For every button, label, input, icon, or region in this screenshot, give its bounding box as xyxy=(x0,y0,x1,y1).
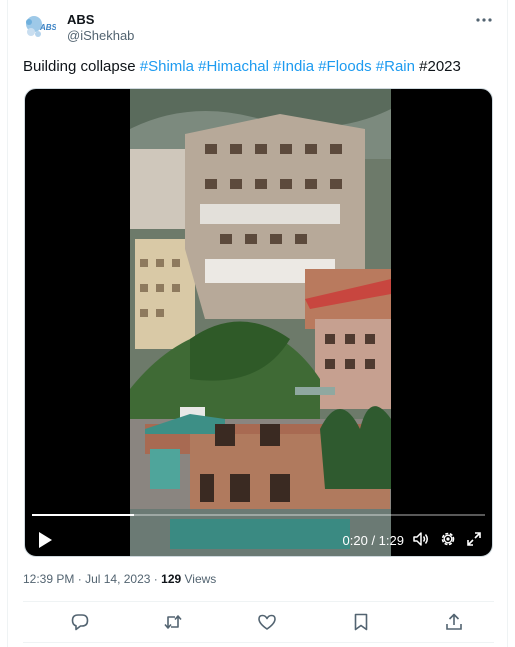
tweet-time[interactable]: 12:39 PM xyxy=(23,572,74,586)
play-icon xyxy=(39,532,52,548)
settings-button[interactable] xyxy=(439,530,457,548)
like-button[interactable] xyxy=(257,612,277,632)
hashtag-himachal[interactable]: #Himachal xyxy=(198,58,269,75)
avatar[interactable]: ABS xyxy=(22,10,56,44)
play-button[interactable] xyxy=(37,531,53,549)
retweet-icon xyxy=(164,615,182,629)
hashtag-shimla[interactable]: #Shimla xyxy=(140,58,194,75)
video-time: 0:20 / 1:29 xyxy=(342,533,404,548)
meta-separator: · xyxy=(153,572,158,586)
author-name[interactable]: ABS xyxy=(67,12,94,27)
fullscreen-icon xyxy=(467,532,481,546)
action-bar xyxy=(23,602,494,642)
meta-separator: · xyxy=(77,572,82,586)
divider xyxy=(23,642,494,643)
hashtag-rain[interactable]: #Rain xyxy=(376,58,415,75)
reply-icon xyxy=(71,614,89,631)
video-frame[interactable] xyxy=(130,89,391,557)
share-icon xyxy=(446,613,462,630)
tweet-card: ABS ABS @iShekhab Building collapse #Shi… xyxy=(7,0,508,647)
bookmark-button[interactable] xyxy=(351,612,371,632)
tweet-trailing-text: #2023 xyxy=(419,58,461,75)
volume-button[interactable] xyxy=(412,530,430,548)
tweet-date[interactable]: Jul 14, 2023 xyxy=(85,572,150,586)
tweet-meta: 12:39 PM · Jul 14, 2023 · 129 Views xyxy=(23,572,216,586)
reply-button[interactable] xyxy=(70,612,90,632)
avatar-text: ABS xyxy=(39,23,56,32)
video-progress-fill xyxy=(32,514,134,516)
views-count: 129 xyxy=(161,572,182,586)
settings-icon xyxy=(441,532,455,546)
retweet-button[interactable] xyxy=(163,612,183,632)
volume-icon xyxy=(413,532,428,546)
avatar-logo: ABS xyxy=(26,16,56,37)
bookmark-icon xyxy=(354,613,368,631)
tweet-text: Building collapse #Shimla #Himachal #Ind… xyxy=(23,58,461,76)
video-player[interactable]: 0:20 / 1:29 xyxy=(24,88,493,557)
like-icon xyxy=(258,614,276,630)
tweet-text-prefix: Building collapse xyxy=(23,58,140,75)
author-handle[interactable]: @iShekhab xyxy=(67,28,134,43)
more-options-button[interactable] xyxy=(474,12,494,28)
views-label: Views xyxy=(184,572,217,586)
more-icon xyxy=(476,18,492,22)
hashtag-floods[interactable]: #Floods xyxy=(318,58,371,75)
fullscreen-button[interactable] xyxy=(465,530,483,548)
video-progress-bar[interactable] xyxy=(32,514,485,516)
share-button[interactable] xyxy=(444,612,464,632)
tweet-header: ABS ABS @iShekhab xyxy=(22,10,494,44)
hashtag-india[interactable]: #India xyxy=(273,58,314,75)
